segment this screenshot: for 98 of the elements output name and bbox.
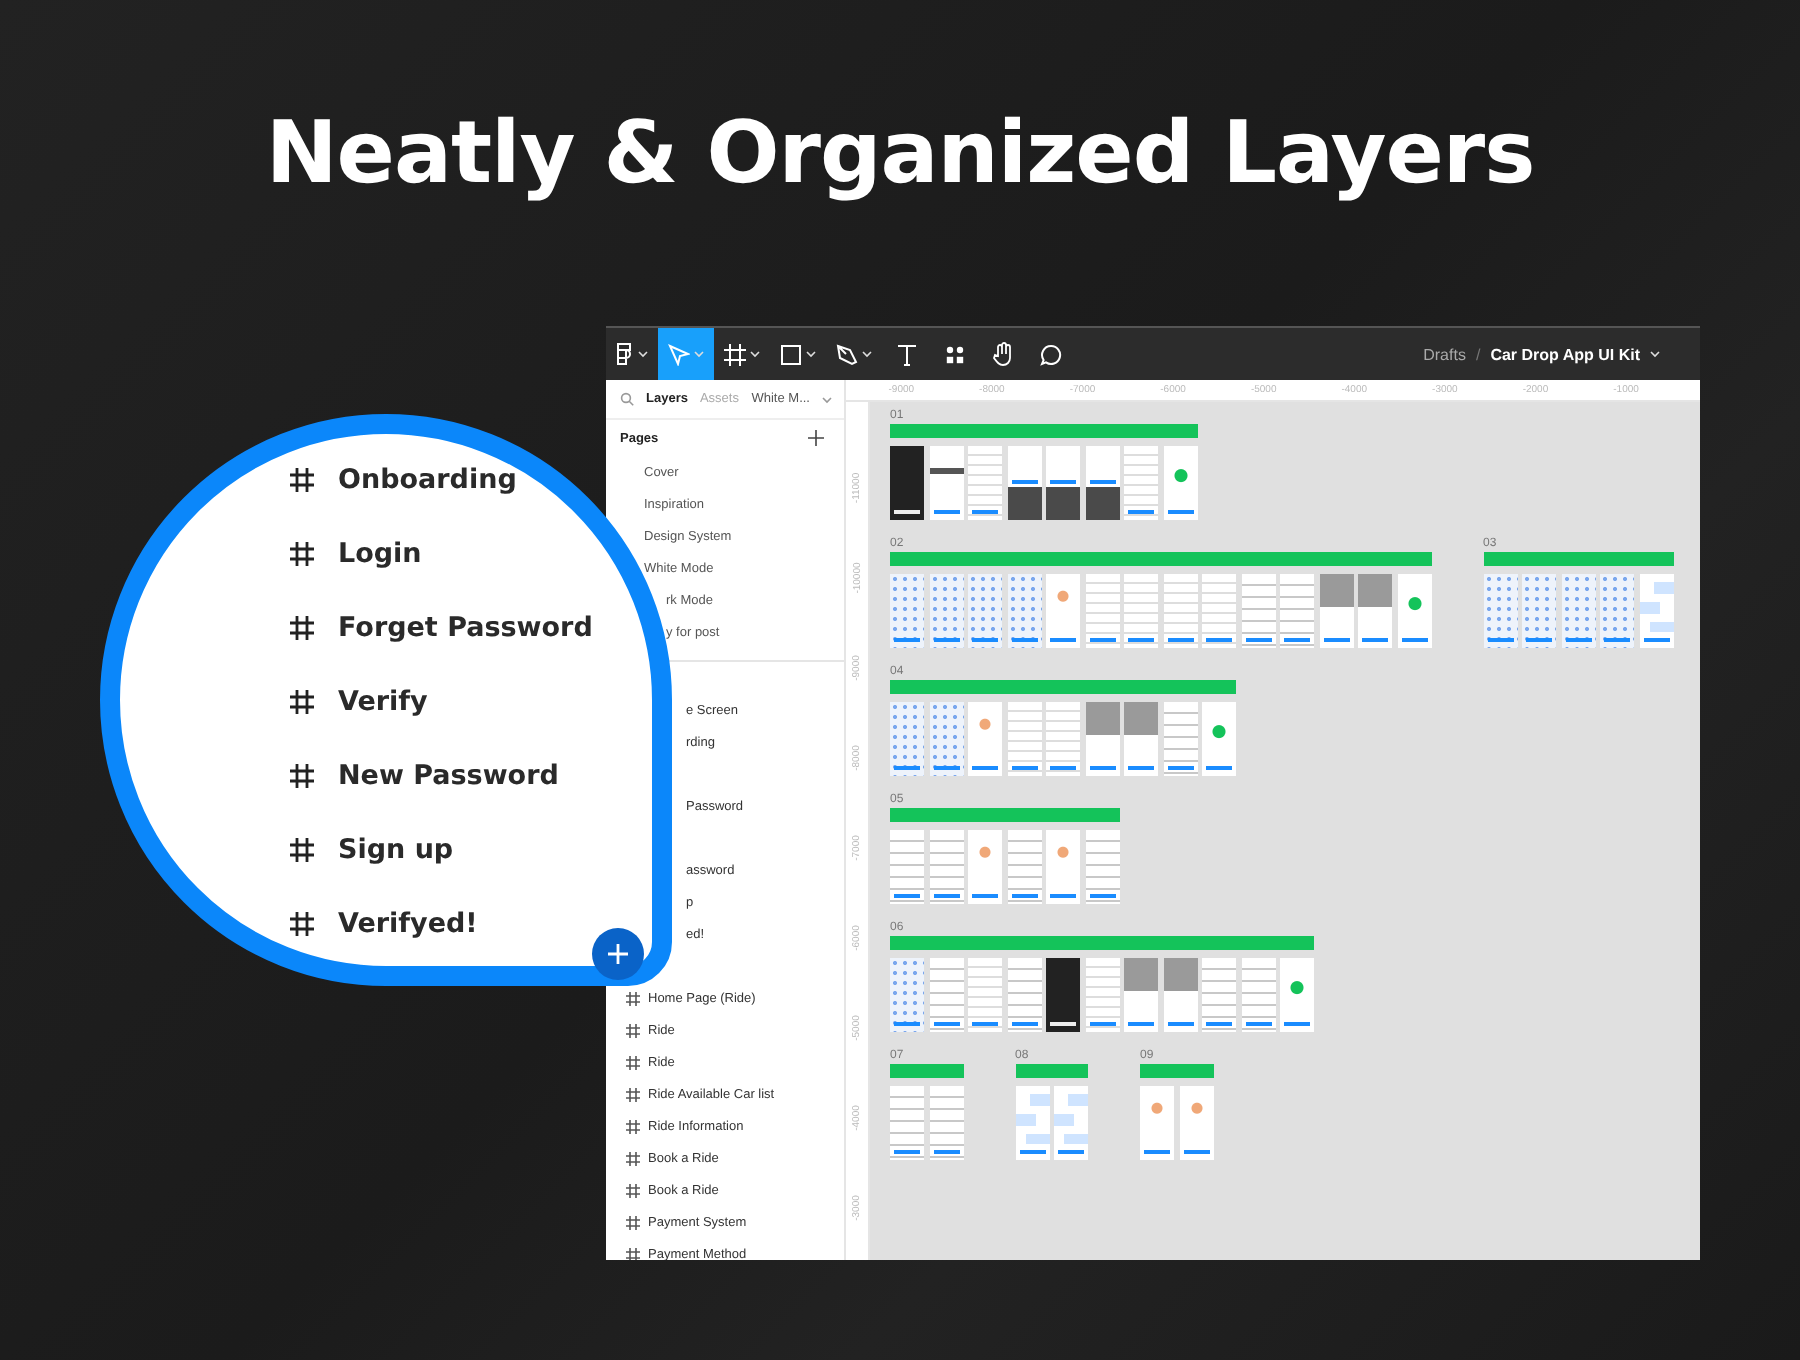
cursor-icon bbox=[668, 343, 690, 365]
screen-thumbnail[interactable] bbox=[929, 830, 963, 904]
screen-thumbnail[interactable] bbox=[1085, 574, 1119, 648]
screen-thumbnail[interactable] bbox=[1007, 702, 1041, 776]
screen-thumbnail[interactable] bbox=[968, 574, 1002, 648]
screen-thumbnail[interactable] bbox=[968, 830, 1002, 904]
logo-icon bbox=[616, 342, 634, 366]
components-icon bbox=[943, 343, 965, 365]
screen-thumbnail[interactable] bbox=[1163, 702, 1197, 776]
screen-thumbnail[interactable] bbox=[1124, 958, 1158, 1032]
screen-thumbnail[interactable] bbox=[1124, 574, 1158, 648]
path-separator: / bbox=[1475, 345, 1481, 363]
screen-thumbnail[interactable] bbox=[1085, 830, 1119, 904]
screen-thumbnail[interactable] bbox=[1085, 958, 1119, 1032]
frame-icon bbox=[626, 1023, 640, 1037]
screen-thumbnail[interactable] bbox=[1163, 958, 1197, 1032]
frame-icon bbox=[290, 911, 314, 935]
screen-thumbnail[interactable] bbox=[1280, 574, 1314, 648]
layer-item[interactable]: Forget Password bbox=[338, 611, 593, 643]
screen-thumbnail[interactable] bbox=[1140, 1086, 1174, 1160]
screen-thumbnail[interactable] bbox=[1007, 446, 1041, 520]
screen-thumbnail[interactable] bbox=[890, 574, 924, 648]
screen-thumbnail[interactable] bbox=[1015, 1086, 1049, 1160]
screen-thumbnail[interactable] bbox=[1085, 446, 1119, 520]
rectangle-icon bbox=[780, 343, 802, 365]
screen-thumbnail[interactable] bbox=[1319, 574, 1353, 648]
add-button[interactable] bbox=[592, 928, 644, 980]
frame-icon bbox=[626, 1119, 640, 1133]
screen-thumbnail[interactable] bbox=[1124, 446, 1158, 520]
frame-icon bbox=[626, 1087, 640, 1101]
screen-thumbnail[interactable] bbox=[1202, 702, 1236, 776]
file-name[interactable]: Car Drop App UI Kit bbox=[1490, 345, 1640, 363]
screen-thumbnail[interactable] bbox=[929, 574, 963, 648]
frame-icon bbox=[626, 991, 640, 1005]
frame-icon bbox=[626, 1215, 640, 1229]
screen-thumbnail[interactable] bbox=[1007, 574, 1041, 648]
frame-icon bbox=[626, 1151, 640, 1165]
screen-thumbnail[interactable] bbox=[929, 446, 963, 520]
screen-thumbnail[interactable] bbox=[1179, 1086, 1213, 1160]
screen-thumbnail[interactable] bbox=[1639, 574, 1673, 648]
layer-item[interactable]: Verifyed! bbox=[338, 907, 478, 939]
screen-thumbnail[interactable] bbox=[1046, 830, 1080, 904]
pen-icon bbox=[836, 343, 858, 365]
screen-thumbnail[interactable] bbox=[1483, 574, 1517, 648]
frame-icon bbox=[626, 1183, 640, 1197]
screen-thumbnail[interactable] bbox=[968, 446, 1002, 520]
screen-thumbnail[interactable] bbox=[1280, 958, 1314, 1032]
hand-icon bbox=[991, 342, 1013, 366]
screen-thumbnail[interactable] bbox=[1046, 574, 1080, 648]
screen-thumbnail[interactable] bbox=[968, 958, 1002, 1032]
screen-thumbnail[interactable] bbox=[1007, 958, 1041, 1032]
screen-thumbnail[interactable] bbox=[1124, 702, 1158, 776]
layer-item[interactable]: Verify bbox=[338, 685, 428, 717]
screen-thumbnail[interactable] bbox=[1522, 574, 1556, 648]
screen-thumbnail[interactable] bbox=[1202, 574, 1236, 648]
screen-thumbnail[interactable] bbox=[1046, 702, 1080, 776]
screen-thumbnail[interactable] bbox=[1007, 830, 1041, 904]
frame-icon bbox=[290, 541, 314, 565]
screen-thumbnail[interactable] bbox=[890, 702, 924, 776]
frame-icon bbox=[724, 343, 746, 365]
screen-thumbnail[interactable] bbox=[1358, 574, 1392, 648]
screen-thumbnail[interactable] bbox=[1241, 574, 1275, 648]
frame-icon bbox=[290, 467, 314, 491]
screen-thumbnail[interactable] bbox=[929, 702, 963, 776]
frame-icon bbox=[290, 837, 314, 861]
frame-icon bbox=[626, 1055, 640, 1069]
screen-thumbnail[interactable] bbox=[890, 830, 924, 904]
plus-icon[interactable] bbox=[808, 430, 824, 446]
text-tool-icon bbox=[895, 343, 917, 365]
layer-item[interactable]: Onboarding bbox=[338, 463, 517, 495]
frame-icon bbox=[290, 689, 314, 713]
screen-thumbnail[interactable] bbox=[1046, 446, 1080, 520]
screen-thumbnail[interactable] bbox=[890, 446, 924, 520]
screen-thumbnail[interactable] bbox=[929, 1086, 963, 1160]
layer-item[interactable]: Login bbox=[338, 537, 422, 569]
screen-thumbnail[interactable] bbox=[890, 958, 924, 1032]
screen-thumbnail[interactable] bbox=[1600, 574, 1634, 648]
search-icon[interactable] bbox=[620, 392, 634, 406]
screen-thumbnail[interactable] bbox=[1163, 574, 1197, 648]
folder-name[interactable]: Drafts bbox=[1423, 345, 1466, 363]
screen-thumbnail[interactable] bbox=[1561, 574, 1595, 648]
screen-thumbnail[interactable] bbox=[1202, 958, 1236, 1032]
layer-item[interactable]: New Password bbox=[338, 759, 559, 791]
screen-thumbnail[interactable] bbox=[1046, 958, 1080, 1032]
comment-icon bbox=[1039, 343, 1061, 365]
screen-thumbnail[interactable] bbox=[1397, 574, 1431, 648]
frame-icon bbox=[290, 615, 314, 639]
screen-thumbnail[interactable] bbox=[1163, 446, 1197, 520]
headline: Neatly & Organized Layers bbox=[263, 102, 1537, 208]
screen-thumbnail[interactable] bbox=[890, 1086, 924, 1160]
screen-thumbnail[interactable] bbox=[1241, 958, 1275, 1032]
plus-icon bbox=[608, 944, 628, 964]
screen-thumbnail[interactable] bbox=[968, 702, 1002, 776]
screen-thumbnail[interactable] bbox=[1085, 702, 1119, 776]
frame-icon bbox=[290, 763, 314, 787]
layer-item[interactable]: Sign up bbox=[338, 833, 454, 865]
screen-thumbnail[interactable] bbox=[1054, 1086, 1088, 1160]
screen-thumbnail[interactable] bbox=[929, 958, 963, 1032]
